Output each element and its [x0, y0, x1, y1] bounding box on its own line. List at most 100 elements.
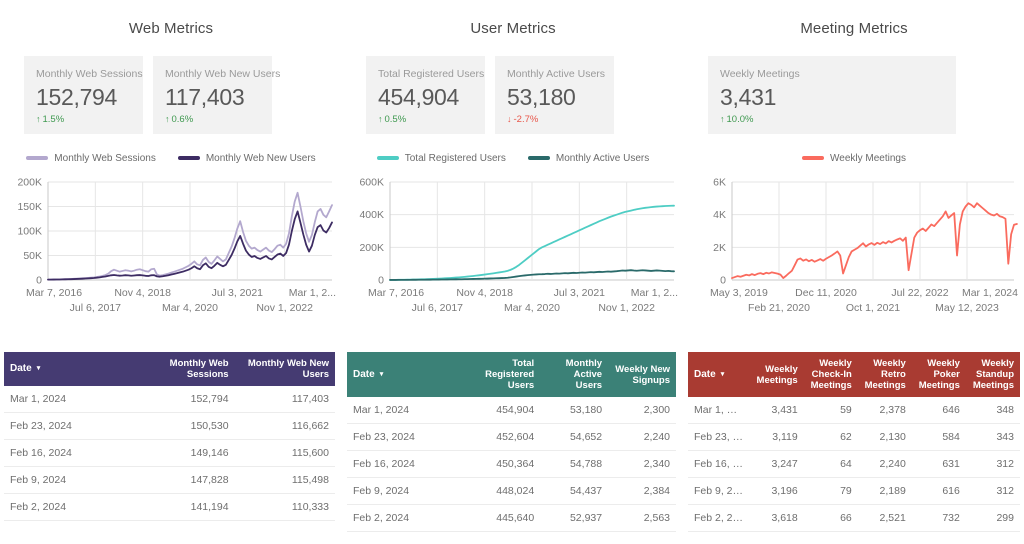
svg-text:Dec 11, 2020: Dec 11, 2020	[795, 287, 857, 299]
column-header[interactable]: Monthly Web Sessions	[134, 352, 235, 386]
table-row[interactable]: Feb 23, 2024 150,530 116,662	[4, 412, 335, 440]
sort-descending-icon[interactable]: ▾	[380, 369, 384, 380]
cell-value: 452,604	[472, 423, 541, 451]
table-row[interactable]: Feb 16, 2024 450,364 54,788 2,340	[347, 450, 676, 478]
svg-text:Jul 3, 2021: Jul 3, 2021	[554, 287, 606, 299]
legend-item[interactable]: Weekly Meetings	[802, 153, 906, 164]
cell-value: 343	[965, 423, 1020, 451]
table-head: Date ▾ Weekly Meetings Weekly Check-In Meet…	[688, 352, 1020, 397]
cell-value: 64	[803, 450, 858, 478]
chart-user-metrics[interactable]: 0 200K 400K 600K Mar 7, 2016 Jul 6, 2017 Nov 4…	[342, 168, 684, 342]
column-header[interactable]: Weekly Poker Meetings	[911, 352, 966, 397]
table-row[interactable]: Mar 1, … 3,431 59 2,378 646 348	[688, 397, 1020, 424]
kpi-value: 53,180	[507, 84, 576, 110]
table-row[interactable]: Feb 16, 2024 149,146 115,600	[4, 439, 335, 467]
cell-value: 312	[965, 450, 1020, 478]
column-header[interactable]: Weekly Retro Meetings	[857, 352, 912, 397]
svg-text:Oct 1, 2021: Oct 1, 2021	[846, 302, 900, 314]
kpi-value: 152,794	[36, 84, 118, 110]
kpi-tile[interactable]: Monthly Web Sessions 152,794 ↑ 1.5%	[24, 56, 143, 134]
column-header[interactable]: Total Registered Users	[472, 352, 541, 397]
cell-value: 2,378	[857, 397, 912, 424]
kpi-delta-value: 0.6%	[171, 114, 194, 125]
cell-date: Feb 9, 2024	[4, 466, 135, 494]
cell-date: Feb 9, 2…	[688, 477, 750, 505]
kpi-delta: ↑ 0.5%	[378, 113, 473, 126]
table-row[interactable]: Mar 1, 2024 454,904 53,180 2,300	[347, 397, 676, 424]
legend-swatch-icon	[527, 156, 550, 160]
data-table: Date ▾ Weekly Meetings Weekly Check-In Meet…	[688, 352, 1020, 532]
table-row[interactable]: Feb 9, 2024 147,828 115,498	[4, 466, 335, 494]
column-header-date[interactable]: Date ▾	[4, 352, 135, 386]
cell-date: Feb 2, 2024	[347, 504, 473, 532]
table-row[interactable]: Feb 2, 2024 445,640 52,937 2,563	[347, 504, 676, 532]
svg-text:May 12, 2023: May 12, 2023	[935, 302, 999, 314]
panel-meeting-metrics: Meeting Metrics Weekly Meetings 3,431 ↑ …	[684, 0, 1024, 352]
table-meeting-metrics: Date ▾ Weekly Meetings Weekly Check-In Meet…	[682, 352, 1024, 544]
cell-value: 3,119	[749, 423, 804, 451]
cell-date: Mar 1, 2024	[4, 386, 135, 413]
cell-value: 454,904	[472, 397, 541, 424]
svg-text:Jul 6, 2017: Jul 6, 2017	[70, 302, 122, 314]
legend-item[interactable]: Monthly Web New Users	[177, 153, 316, 164]
kpi-delta: ↑ 0.6%	[165, 113, 260, 126]
legend-item[interactable]: Monthly Active Users	[527, 152, 650, 164]
table-row[interactable]: Feb 23, … 3,119 62 2,130 584 343	[688, 423, 1020, 451]
svg-text:0: 0	[378, 275, 384, 287]
kpi-tile[interactable]: Monthly Active Users 53,180 ↓ -2.7%	[495, 56, 614, 134]
column-header-date[interactable]: Date ▾	[688, 352, 750, 397]
svg-text:50K: 50K	[23, 250, 42, 262]
cell-date: Feb 2, 2024	[4, 493, 135, 521]
table-row[interactable]: Feb 9, 2… 3,196 79 2,189 616 312	[688, 477, 1020, 505]
table-user-metrics: Date ▾ Total Registered Users Monthly Activ…	[341, 352, 682, 544]
kpi-delta: ↑ 1.5%	[36, 113, 131, 126]
legend-label: Monthly Active Users	[555, 152, 650, 164]
panel-title: User Metrics	[470, 20, 556, 37]
svg-text:Mar 4, 2020: Mar 4, 2020	[504, 302, 560, 314]
column-header-date[interactable]: Date ▾	[347, 352, 473, 397]
table-row[interactable]: Mar 1, 2024 152,794 117,403	[4, 386, 335, 413]
svg-text:Nov 4, 2018: Nov 4, 2018	[114, 287, 171, 299]
column-header-label: Date	[694, 369, 716, 381]
table-header-row: Date ▾ Total Registered Users Monthly Activ…	[347, 352, 676, 397]
arrow-up-icon: ↑	[720, 114, 725, 124]
kpi-tile[interactable]: Monthly Web New Users 117,403 ↑ 0.6%	[153, 56, 280, 134]
sort-descending-icon[interactable]: ▾	[721, 369, 725, 380]
column-header[interactable]: Weekly New Signups	[608, 352, 676, 397]
table-row[interactable]: Feb 2, 2… 3,618 66 2,521 732 299	[688, 504, 1020, 532]
kpi-value: 454,904	[378, 84, 460, 110]
svg-text:6K: 6K	[713, 177, 726, 189]
kpi-value: 117,403	[165, 84, 245, 110]
legend-item[interactable]: Monthly Web Sessions	[26, 153, 156, 164]
cell-date: Feb 9, 2024	[347, 477, 473, 505]
cell-date: Feb 2, 2…	[688, 504, 750, 532]
data-table: Date ▾ Total Registered Users Monthly Activ…	[347, 352, 676, 532]
kpi-label: Monthly Active Users	[507, 68, 606, 80]
column-header[interactable]: Weekly Standup Meetings	[965, 352, 1020, 397]
cell-value: 53,180	[540, 397, 609, 424]
cell-value: 141,194	[134, 493, 235, 521]
panels-row: Web Metrics Monthly Web Sessions 152,794…	[0, 0, 1024, 352]
table-row[interactable]: Feb 9, 2024 448,024 54,437 2,384	[347, 477, 676, 505]
table-row[interactable]: Feb 16, … 3,247 64 2,240 631 312	[688, 450, 1020, 478]
svg-text:2K: 2K	[713, 242, 726, 254]
arrow-up-icon: ↑	[378, 114, 383, 124]
legend-item[interactable]: Total Registered Users	[376, 153, 506, 164]
kpi-tile[interactable]: Total Registered Users 454,904 ↑ 0.5%	[366, 56, 485, 134]
legend-label: Weekly Meetings	[830, 152, 906, 164]
chart-web-metrics[interactable]: 0 50K 100K 150K 200K Mar 7, 2016 Jul 6, 2017 No…	[0, 168, 342, 342]
cell-value: 448,024	[472, 477, 541, 505]
chart-meeting-metrics[interactable]: 0 2K 4K 6K May 3, 2019 Feb 21, 2020 Dec 11, 20…	[684, 168, 1024, 342]
column-header[interactable]: Weekly Check-In Meetings	[803, 352, 858, 397]
cell-value: 116,662	[234, 412, 335, 440]
column-header[interactable]: Monthly Active Users	[540, 352, 609, 397]
arrow-up-icon: ↑	[36, 114, 41, 124]
table-row[interactable]: Feb 2, 2024 141,194 110,333	[4, 493, 335, 521]
table-row[interactable]: Feb 23, 2024 452,604 54,652 2,240	[347, 423, 676, 451]
kpi-tile[interactable]: Weekly Meetings 3,431 ↑ 10.0%	[708, 56, 956, 134]
table-head: Date ▾ Total Registered Users Monthly Activ…	[347, 352, 676, 397]
sort-descending-icon[interactable]: ▾	[37, 363, 41, 374]
cell-value: 2,240	[857, 450, 912, 478]
column-header[interactable]: Monthly Web New Users	[234, 352, 335, 386]
column-header[interactable]: Weekly Meetings	[749, 352, 804, 397]
